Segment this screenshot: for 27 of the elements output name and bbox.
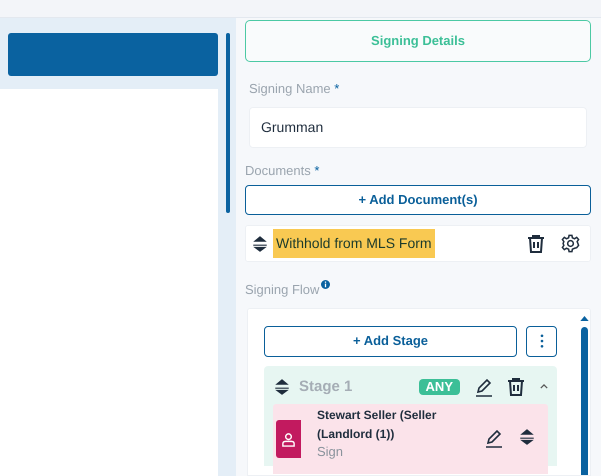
trash-icon[interactable] xyxy=(526,234,546,254)
signer-role: Sign xyxy=(317,444,344,460)
collapse-icon[interactable] xyxy=(540,384,548,390)
person-icon xyxy=(281,432,296,446)
stage-badge: ANY xyxy=(418,378,460,395)
pencil-icon[interactable] xyxy=(484,428,504,448)
reorder-icon[interactable] xyxy=(518,428,536,446)
reorder-icon[interactable] xyxy=(273,378,291,396)
add-document-button[interactable]: + Add Document(s) xyxy=(245,185,591,215)
more-button[interactable] xyxy=(526,326,557,356)
scrollbar[interactable] xyxy=(580,326,588,475)
scrollbar[interactable] xyxy=(226,33,230,213)
more-icon xyxy=(540,334,544,348)
info-icon[interactable] xyxy=(321,280,330,289)
stage-title: Stage 1 xyxy=(299,376,352,396)
field-label: Documents * xyxy=(245,162,320,180)
scroll-up-icon[interactable] xyxy=(580,316,588,320)
pencil-icon[interactable] xyxy=(474,376,494,397)
add-stage-button[interactable]: + Add Stage xyxy=(264,326,517,356)
trash-icon[interactable] xyxy=(506,376,526,397)
reorder-icon[interactable] xyxy=(251,234,269,252)
field-label: Signing Name * xyxy=(249,80,340,98)
section-label: Signing Flow xyxy=(245,281,320,299)
gear-icon[interactable] xyxy=(561,234,580,253)
document-name[interactable]: Withhold from MLS Form xyxy=(273,229,435,258)
signer-name: Stewart Seller (Seller (Landlord (1)) xyxy=(317,407,438,443)
signing-name-field[interactable]: Grumman xyxy=(249,106,587,148)
